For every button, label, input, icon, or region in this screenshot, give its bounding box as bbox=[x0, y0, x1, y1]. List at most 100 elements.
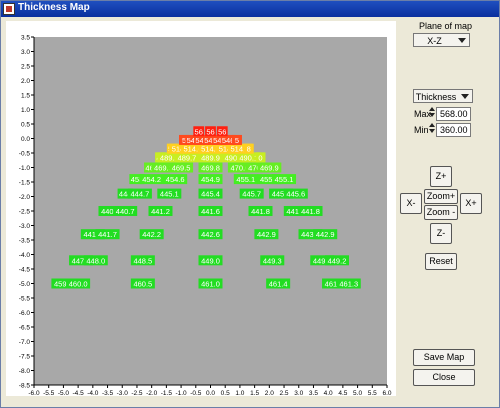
data-point-label: 449.3 bbox=[263, 256, 282, 265]
y-tick-label: -4.0 bbox=[19, 252, 31, 259]
y-tick-label: -2.5 bbox=[19, 209, 31, 216]
y-tick-label: -4.5 bbox=[19, 267, 31, 274]
data-point-label: 489.9 bbox=[201, 153, 220, 162]
data-point-label: 441.6 bbox=[201, 207, 220, 216]
y-tick-label: 0.5 bbox=[21, 122, 30, 129]
data-point-label: 445.1 bbox=[160, 190, 179, 199]
close-button[interactable]: Close bbox=[413, 369, 475, 386]
data-point-label: 455.1 bbox=[275, 175, 294, 184]
data-point-label: 441.2 bbox=[151, 207, 170, 216]
data-point-label: 441.8 bbox=[301, 207, 320, 216]
chevron-down-icon bbox=[461, 94, 469, 99]
y-tick-label: -7.5 bbox=[19, 354, 31, 361]
y-tick-label: -1.0 bbox=[19, 165, 31, 172]
x-tick-label: 2.5 bbox=[280, 390, 289, 396]
y-tick-label: -7.0 bbox=[19, 339, 31, 346]
max-field[interactable]: 568.00 bbox=[436, 107, 471, 121]
x-tick-label: -0.5 bbox=[190, 390, 202, 396]
x-tick-label: 3.5 bbox=[309, 390, 318, 396]
x-minus-button[interactable]: X- bbox=[400, 193, 422, 214]
data-point-label: 449.0 bbox=[201, 256, 220, 265]
x-tick-label: 0.0 bbox=[206, 390, 215, 396]
min-spinner[interactable] bbox=[429, 122, 436, 136]
y-tick-label: -6.5 bbox=[19, 325, 31, 332]
data-point-label: 460.0 bbox=[69, 280, 88, 289]
data-point-label: 461.4 bbox=[269, 280, 288, 289]
data-point-label: 56 bbox=[218, 127, 226, 136]
data-point-label: 449.2 bbox=[328, 256, 347, 265]
z-plus-button[interactable]: Z+ bbox=[430, 166, 452, 187]
chevron-down-icon bbox=[458, 38, 466, 43]
x-tick-label: -6.0 bbox=[28, 390, 40, 396]
data-point-label: 445.6 bbox=[286, 190, 305, 199]
data-point-label: 440.7 bbox=[116, 207, 135, 216]
plane-of-map-label: Plane of map bbox=[419, 21, 473, 31]
z-minus-button[interactable]: Z- bbox=[430, 223, 452, 244]
x-tick-label: -1.5 bbox=[161, 390, 173, 396]
y-tick-label: -3.5 bbox=[19, 238, 31, 245]
spin-down-icon[interactable] bbox=[429, 129, 435, 133]
data-point-label: 445.4 bbox=[201, 190, 220, 199]
x-tick-label: 3.0 bbox=[294, 390, 303, 396]
x-tick-label: 6.0 bbox=[382, 390, 391, 396]
spin-down-icon[interactable] bbox=[429, 113, 435, 117]
plane-of-map-select[interactable]: X-Z bbox=[413, 33, 470, 47]
x-tick-label: -3.5 bbox=[102, 390, 114, 396]
x-tick-label: -2.0 bbox=[146, 390, 158, 396]
zoom-minus-button[interactable]: Zoom - bbox=[424, 205, 458, 220]
data-point-label: 442.9 bbox=[257, 230, 276, 239]
x-tick-label: 4.0 bbox=[324, 390, 333, 396]
chart-svg: 3.53.02.52.01.51.00.50.0-0.5-1.0-1.5-2.0… bbox=[19, 35, 392, 397]
data-point-label: 454.9 bbox=[201, 175, 220, 184]
data-point-label: 469.8 bbox=[201, 164, 220, 173]
min-field[interactable]: 360.00 bbox=[436, 123, 471, 137]
data-point-label: 442.6 bbox=[201, 230, 220, 239]
save-map-button[interactable]: Save Map bbox=[413, 349, 475, 366]
x-tick-label: -4.5 bbox=[73, 390, 85, 396]
x-plus-button[interactable]: X+ bbox=[460, 193, 482, 214]
x-tick-label: 5.5 bbox=[368, 390, 377, 396]
x-tick-label: 2.0 bbox=[265, 390, 274, 396]
thickness-map-window: Thickness Map 3.5 3.0 2.5 2.0 1.5 1.0 0.5 0.0 -0… bbox=[0, 0, 500, 408]
reset-button[interactable]: Reset bbox=[425, 253, 457, 270]
y-tick-label: 0.0 bbox=[21, 136, 30, 143]
data-point-label: 448.5 bbox=[133, 256, 152, 265]
x-tick-label: 1.0 bbox=[235, 390, 244, 396]
data-point-label: 461.0 bbox=[201, 280, 220, 289]
x-tick-label: -1.0 bbox=[175, 390, 187, 396]
title-bar[interactable]: Thickness Map bbox=[1, 1, 499, 17]
zoom-plus-button[interactable]: Zoom+ bbox=[424, 189, 458, 204]
plane-of-map-value: X-Z bbox=[427, 36, 442, 46]
y-tick-label: 3.5 bbox=[21, 35, 30, 42]
app-icon bbox=[3, 3, 15, 15]
data-point-label: 455.1 bbox=[236, 175, 255, 184]
data-point-label: 469.9 bbox=[260, 164, 279, 173]
x-tick-label: -2.5 bbox=[131, 390, 143, 396]
data-point-label: 489.7 bbox=[178, 153, 197, 162]
quantity-value: Thickness bbox=[415, 92, 457, 102]
data-point-label: 454.6 bbox=[166, 175, 185, 184]
data-point-label: 454.2 bbox=[142, 175, 161, 184]
data-point-label: 441.8 bbox=[251, 207, 270, 216]
data-point-label: 442.9 bbox=[316, 230, 335, 239]
data-point-label: 5 bbox=[235, 136, 239, 145]
spin-up-icon[interactable] bbox=[429, 123, 435, 127]
y-tick-label: -1.5 bbox=[19, 180, 31, 187]
spin-up-icon[interactable] bbox=[429, 107, 435, 111]
x-tick-label: -5.0 bbox=[58, 390, 70, 396]
y-tick-label: -3.0 bbox=[19, 223, 31, 230]
quantity-select[interactable]: Thickness bbox=[413, 89, 473, 103]
data-point-label: 448.0 bbox=[86, 256, 105, 265]
data-point-label: 445.7 bbox=[242, 190, 261, 199]
data-point-label: 444.7 bbox=[131, 190, 150, 199]
max-spinner[interactable] bbox=[429, 106, 436, 120]
y-tick-label: 2.0 bbox=[21, 78, 30, 85]
data-point-label: 461.3 bbox=[339, 280, 358, 289]
data-point-label: 56 bbox=[206, 127, 214, 136]
y-tick-label: -5.0 bbox=[19, 281, 31, 288]
x-tick-label: 4.5 bbox=[338, 390, 347, 396]
x-tick-label: 5.0 bbox=[353, 390, 362, 396]
data-point-label: 469.5 bbox=[172, 164, 191, 173]
y-tick-label: -6.0 bbox=[19, 310, 31, 317]
thickness-map-chart: 3.5 3.0 2.5 2.0 1.5 1.0 0.5 0.0 -0.5 -1.0 -1.5 -2.0… bbox=[6, 21, 396, 396]
